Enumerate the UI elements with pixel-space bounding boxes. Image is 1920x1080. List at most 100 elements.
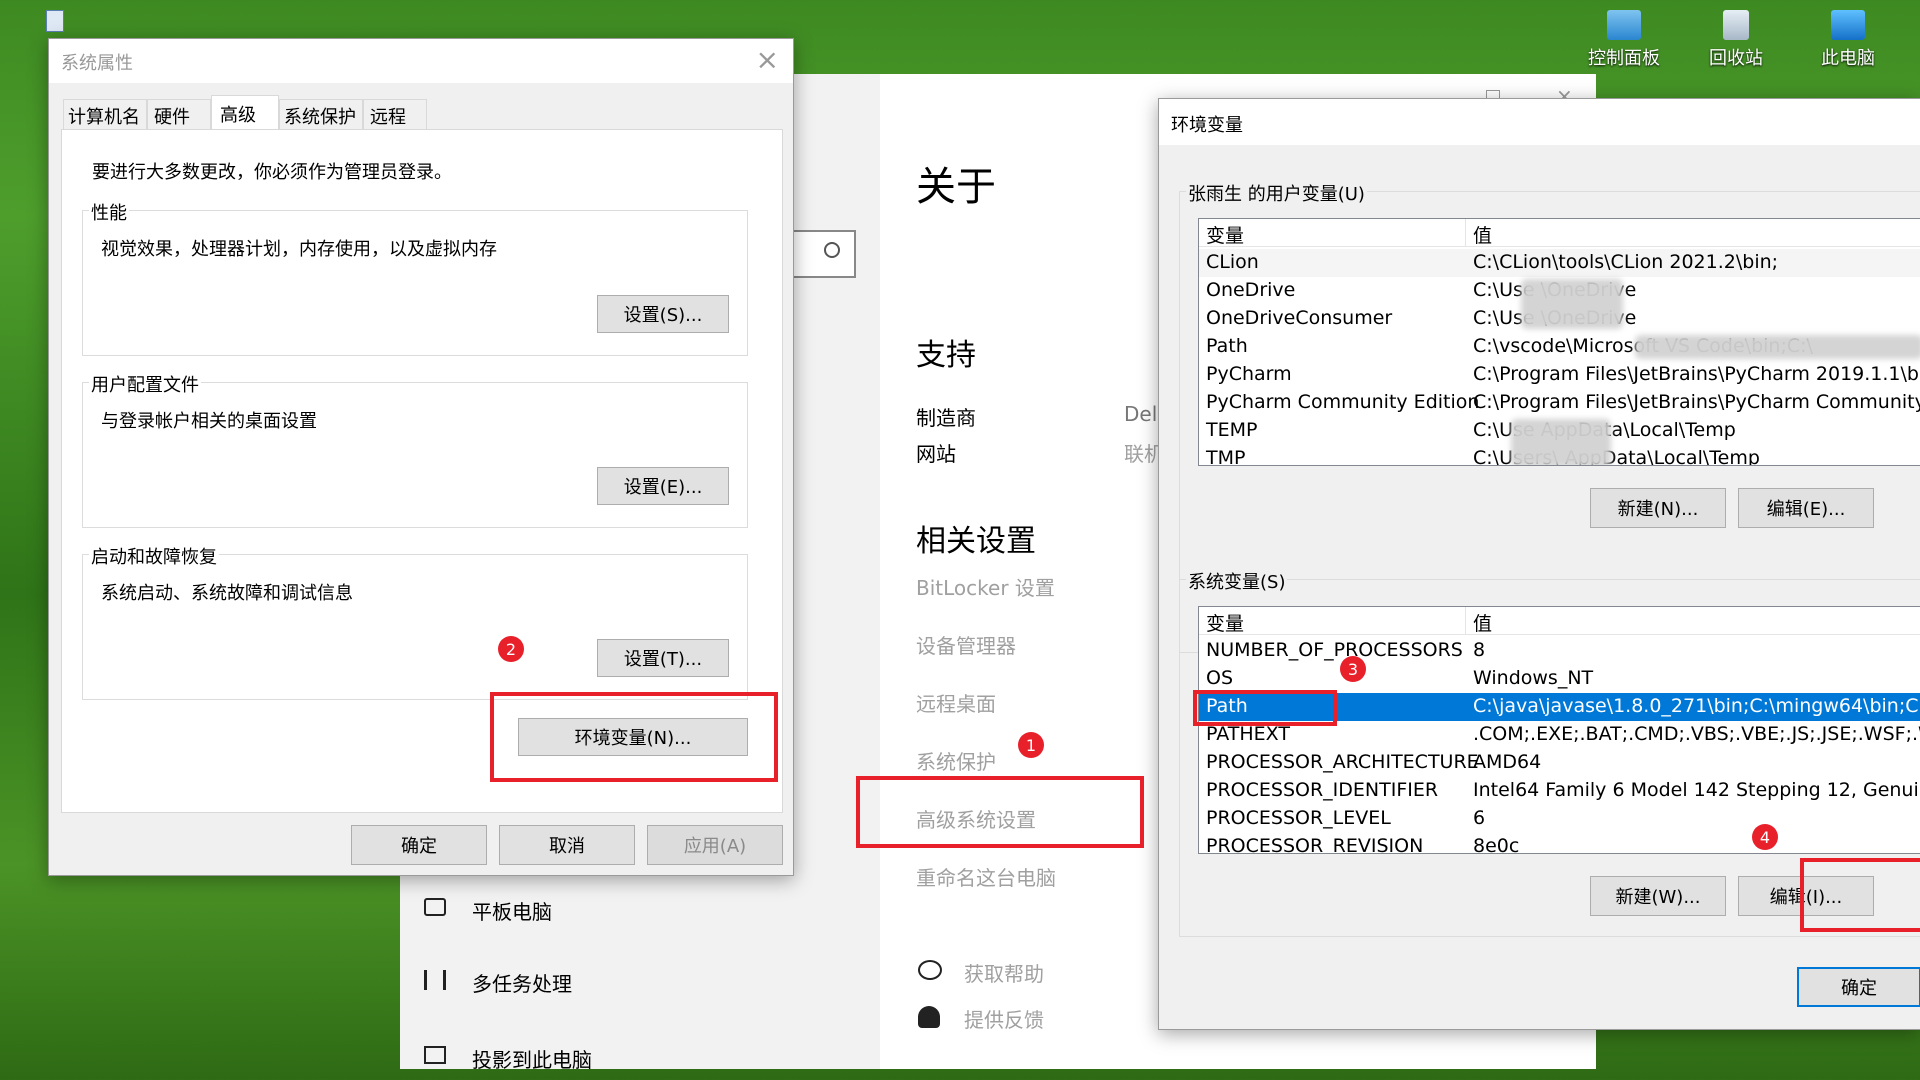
cell-name: PROCESSOR_REVISION — [1206, 835, 1424, 854]
desktop-file-icon[interactable] — [46, 10, 64, 32]
group-desc: 与登录帐户相关的桌面设置 — [101, 411, 317, 432]
cell-name: OS — [1206, 667, 1234, 689]
system-variables-table[interactable]: 变量 值 NUMBER_OF_PROCESSORS 8 OS Windows_NT … — [1198, 606, 1920, 854]
table-row[interactable]: OS Windows_NT — [1199, 665, 1920, 693]
column-divider[interactable] — [1465, 607, 1466, 635]
cell-name: NUMBER_OF_PROCESSORS — [1206, 639, 1463, 661]
env-ok-button[interactable]: 确定 — [1797, 967, 1920, 1007]
close-icon[interactable]: × — [756, 43, 779, 76]
tab-label: 计算机名 — [68, 107, 140, 128]
search-icon — [824, 242, 840, 258]
titlebar: 环境变量 — [1159, 99, 1920, 145]
column-header-value[interactable]: 值 — [1473, 609, 1492, 636]
table-row[interactable]: PyCharm Community Edition C:\Program File… — [1199, 389, 1920, 417]
cell-value: AMD64 — [1473, 751, 1542, 773]
performance-settings-button[interactable]: 设置(S)... — [597, 295, 729, 333]
desktop-icon-this-pc[interactable]: 此电脑 — [1798, 10, 1898, 70]
tab-label: 硬件 — [154, 107, 190, 128]
titlebar: 系统属性 × — [49, 39, 793, 83]
cell-value: C:\CLion\tools\CLion 2021.2\bin; — [1473, 251, 1779, 273]
cell-name: PROCESSOR_LEVEL — [1206, 807, 1391, 829]
group-title: 张雨生 的用户变量(U) — [1186, 180, 1367, 206]
link-rename-pc[interactable]: 重命名这台电脑 — [916, 862, 1056, 891]
cell-value: 8 — [1473, 639, 1486, 661]
desktop-icon-recycle-bin[interactable]: 回收站 — [1686, 10, 1786, 70]
table-row[interactable]: NUMBER_OF_PROCESSORS 8 — [1199, 637, 1920, 665]
table-row[interactable]: PyCharm C:\Program Files\JetBrains\PyChar… — [1199, 361, 1920, 389]
annotation-box-edit-button — [1800, 858, 1920, 932]
link-give-feedback[interactable]: 提供反馈 — [964, 1004, 1044, 1033]
nav-item-project[interactable]: 投影到此电脑 — [422, 1036, 822, 1069]
project-icon — [424, 1046, 446, 1064]
tab-strip: 计算机名 硬件 高级 系统保护 远程 — [63, 95, 783, 131]
cancel-button[interactable]: 取消 — [499, 825, 635, 865]
column-header-variable[interactable]: 变量 — [1206, 609, 1244, 636]
support-heading: 支持 — [916, 338, 976, 373]
tab-system-protection[interactable]: 系统保护 — [279, 99, 363, 129]
cell-value: 6 — [1473, 807, 1486, 829]
apply-button[interactable]: 应用(A) — [647, 825, 783, 865]
table-row[interactable]: PROCESSOR_IDENTIFIER Intel64 Family 6 Mod… — [1199, 777, 1920, 805]
user-edit-button[interactable]: 编辑(E)... — [1738, 488, 1874, 528]
cell-name: PROCESSOR_IDENTIFIER — [1206, 779, 1439, 801]
profiles-settings-button[interactable]: 设置(E)... — [597, 467, 729, 505]
nav-item-label: 平板电脑 — [472, 900, 552, 924]
startup-settings-button[interactable]: 设置(T)... — [597, 639, 729, 677]
link-remote-desktop[interactable]: 远程桌面 — [916, 688, 996, 717]
nav-item-multitask[interactable]: 多任务处理 — [422, 964, 822, 1004]
link-system-protection[interactable]: 系统保护 — [916, 746, 996, 775]
cell-value: C:\Program Files\JetBrains\PyCharm Commu… — [1473, 391, 1920, 413]
cell-value: .COM;.EXE;.BAT;.CMD;.VBS;.VBE;.JS;.JSE;.… — [1473, 723, 1920, 745]
table-header: 变量 值 — [1199, 607, 1920, 635]
tab-computer-name[interactable]: 计算机名 — [63, 99, 147, 129]
desktop-icon-label: 此电脑 — [1821, 48, 1875, 69]
group-title: 用户配置文件 — [89, 371, 201, 397]
group-title: 性能 — [89, 199, 129, 225]
nav-item-tablet[interactable]: 平板电脑 — [422, 892, 822, 932]
tab-remote[interactable]: 远程 — [363, 99, 427, 129]
cell-name: TEMP — [1206, 419, 1258, 441]
annotation-box-env-button — [490, 692, 778, 782]
desktop-icon-control-panel[interactable]: 控制面板 — [1574, 10, 1674, 70]
annotation-box-advanced-system-settings — [856, 776, 1144, 848]
tab-hardware[interactable]: 硬件 — [147, 99, 211, 129]
table-row[interactable]: PROCESSOR_ARCHITECTURE AMD64 — [1199, 749, 1920, 777]
ok-button[interactable]: 确定 — [351, 825, 487, 865]
performance-group: 性能 视觉效果，处理器计划，内存使用，以及虚拟内存 设置(S)... — [82, 199, 748, 356]
cell-name: OneDrive — [1206, 279, 1296, 301]
group-desc: 视觉效果，处理器计划，内存使用，以及虚拟内存 — [101, 239, 497, 260]
cell-value: C:\Program Files\JetBrains\PyCharm 2019.… — [1473, 363, 1920, 385]
cell-value: 8e0c — [1473, 835, 1520, 854]
tablet-icon — [424, 898, 446, 916]
user-new-button[interactable]: 新建(N)... — [1590, 488, 1726, 528]
cell-value: C:\java\javase\1.8.0_271\bin;C:\mingw64\… — [1473, 695, 1920, 717]
annotation-badge-4: 4 — [1752, 824, 1778, 850]
link-get-help[interactable]: 获取帮助 — [964, 958, 1044, 987]
settings-search-box[interactable] — [790, 230, 856, 278]
table-header: 变量 值 — [1199, 219, 1920, 247]
table-row[interactable]: CLion C:\CLion\tools\CLion 2021.2\bin; — [1199, 249, 1920, 277]
this-pc-icon — [1831, 10, 1865, 40]
user-profiles-group: 用户配置文件 与登录帐户相关的桌面设置 设置(E)... — [82, 371, 748, 528]
column-divider[interactable] — [1465, 219, 1466, 247]
table-row[interactable]: PROCESSOR_LEVEL 6 — [1199, 805, 1920, 833]
annotation-box-path-row — [1193, 690, 1337, 726]
link-device-manager[interactable]: 设备管理器 — [916, 630, 1016, 659]
table-row[interactable]: PROCESSOR_REVISION 8e0c — [1199, 833, 1920, 854]
cell-name: PATHEXT — [1206, 723, 1290, 745]
tab-label: 远程 — [370, 107, 406, 128]
column-header-variable[interactable]: 变量 — [1206, 221, 1244, 248]
desktop-icon-label: 回收站 — [1709, 48, 1763, 69]
system-new-button[interactable]: 新建(W)... — [1590, 876, 1726, 916]
cell-name: Path — [1206, 335, 1248, 357]
nav-item-label: 多任务处理 — [472, 972, 572, 996]
cell-name: TMP — [1206, 447, 1246, 466]
user-variables-table[interactable]: 变量 值 CLion C:\CLion\tools\CLion 2021.2\bi… — [1198, 218, 1920, 466]
redaction-blur — [1635, 335, 1920, 359]
column-header-value[interactable]: 值 — [1473, 221, 1492, 248]
link-bitlocker[interactable]: BitLocker 设置 — [916, 572, 1055, 601]
cell-name: OneDriveConsumer — [1206, 307, 1393, 329]
tab-label: 系统保护 — [284, 107, 356, 128]
tab-advanced[interactable]: 高级 — [211, 95, 279, 131]
tab-label: 高级 — [220, 105, 256, 126]
